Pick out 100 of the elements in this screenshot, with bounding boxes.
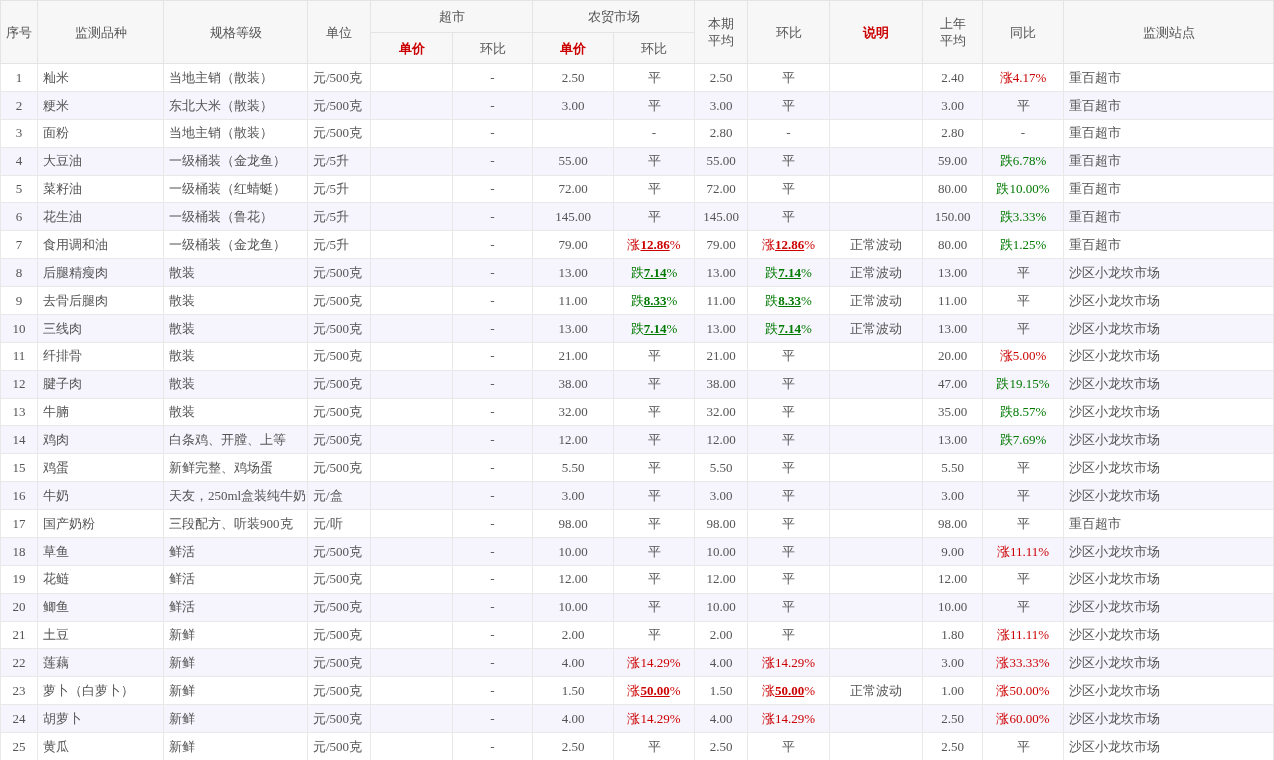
table-cell: 元/500克 <box>307 63 371 92</box>
table-cell: 三线肉 <box>37 314 164 343</box>
table-cell: 12.00 <box>532 565 614 594</box>
table-cell: 98.00 <box>694 509 748 538</box>
table-cell: 天友，250ml盒装纯牛奶 <box>163 481 308 510</box>
table-cell: 2.50 <box>694 63 748 92</box>
table-cell: 13.00 <box>922 258 983 287</box>
change-cell: - <box>452 314 533 343</box>
table-cell: 草鱼 <box>37 537 164 566</box>
change-cell: - <box>452 648 533 677</box>
table-cell: 散装 <box>163 370 308 398</box>
table-cell: 2.50 <box>922 704 983 733</box>
table-cell: 萝卜（白萝卜） <box>37 676 164 705</box>
table-cell: 6 <box>0 202 38 231</box>
table-cell: 3.00 <box>532 481 614 510</box>
table-cell: 纤排骨 <box>37 342 164 371</box>
change-cell: 平 <box>747 175 830 203</box>
change-cell: 平 <box>982 593 1064 621</box>
column-header: 规格等级 <box>163 0 308 64</box>
table-cell: 10 <box>0 314 38 343</box>
change-cell: 涨14.29% <box>747 704 830 733</box>
change-cell: 平 <box>747 593 830 621</box>
table-cell: 花鲢 <box>37 565 164 594</box>
table-cell: 沙区小龙坎市场 <box>1063 286 1274 315</box>
table-cell: 1.00 <box>922 676 983 705</box>
change-cell: 平 <box>613 398 695 426</box>
change-cell: 平 <box>613 621 695 649</box>
change-cell: - <box>452 286 533 315</box>
table-cell: 3.00 <box>922 91 983 120</box>
change-cell: - <box>982 119 1064 148</box>
table-cell: 鲜活 <box>163 537 308 566</box>
change-cell: 平 <box>982 314 1064 343</box>
change-cell: 平 <box>613 370 695 398</box>
column-header: 说明 <box>829 0 923 64</box>
table-cell: 16 <box>0 481 38 510</box>
table-cell: 当地主销（散装） <box>163 63 308 92</box>
column-header: 监测站点 <box>1063 0 1274 64</box>
change-cell: - <box>452 202 533 231</box>
table-cell: 元/500克 <box>307 398 371 426</box>
table-cell: 白条鸡、开膛、上等 <box>163 425 308 454</box>
table-cell: 2.80 <box>694 119 748 148</box>
table-cell: 2.50 <box>532 63 614 92</box>
table-cell: 牛奶 <box>37 481 164 510</box>
change-cell: 跌8.33% <box>747 286 830 315</box>
table-cell: 重百超市 <box>1063 63 1274 92</box>
table-cell: 3.00 <box>532 91 614 120</box>
change-cell: 平 <box>613 565 695 594</box>
table-cell: 79.00 <box>532 230 614 259</box>
change-cell: 跌7.14% <box>613 314 695 343</box>
table-cell: 沙区小龙坎市场 <box>1063 370 1274 398</box>
change-cell: 平 <box>982 258 1064 287</box>
table-cell: 12.00 <box>694 565 748 594</box>
table-cell: 后腿精瘦肉 <box>37 258 164 287</box>
change-cell: 涨14.29% <box>613 704 695 733</box>
column-header: 环比 <box>452 32 533 64</box>
change-cell: 平 <box>747 398 830 426</box>
change-cell: - <box>452 425 533 454</box>
change-cell: 平 <box>613 342 695 371</box>
table-cell: 元/500克 <box>307 676 371 705</box>
table-cell: 15 <box>0 453 38 482</box>
change-cell: 平 <box>747 147 830 175</box>
change-cell: 涨50.00% <box>982 676 1064 705</box>
change-cell: 涨4.17% <box>982 63 1064 92</box>
table-cell: 鲜活 <box>163 565 308 594</box>
change-cell: 平 <box>747 621 830 649</box>
table-cell: 2.00 <box>694 621 748 649</box>
table-cell: 21 <box>0 621 38 649</box>
table-cell: 2.40 <box>922 63 983 92</box>
table-cell: 沙区小龙坎市场 <box>1063 621 1274 649</box>
change-cell: 平 <box>747 509 830 538</box>
table-cell: 元/500克 <box>307 314 371 343</box>
change-cell: 平 <box>747 63 830 92</box>
change-cell: - <box>452 704 533 733</box>
table-cell: 8 <box>0 258 38 287</box>
change-cell: 平 <box>982 453 1064 482</box>
change-cell: 平 <box>747 453 830 482</box>
table-cell: 13.00 <box>922 314 983 343</box>
table-cell: 正常波动 <box>829 258 923 287</box>
table-cell: 沙区小龙坎市场 <box>1063 453 1274 482</box>
column-header: 同比 <box>982 0 1064 64</box>
table-cell: 重百超市 <box>1063 91 1274 120</box>
table-cell: 沙区小龙坎市场 <box>1063 565 1274 594</box>
change-cell: 平 <box>982 481 1064 510</box>
table-cell: 元/5升 <box>307 147 371 175</box>
change-cell: - <box>452 481 533 510</box>
column-header: 监测品种 <box>37 0 164 64</box>
table-cell: 鲜活 <box>163 593 308 621</box>
change-cell: 跌10.00% <box>982 175 1064 203</box>
change-cell: - <box>452 342 533 371</box>
table-cell: 正常波动 <box>829 314 923 343</box>
change-cell: 平 <box>747 537 830 566</box>
table-cell: 11 <box>0 342 38 371</box>
table-cell: 花生油 <box>37 202 164 231</box>
table-cell: 3.00 <box>922 481 983 510</box>
table-cell: 4.00 <box>694 704 748 733</box>
change-cell: 平 <box>747 342 830 371</box>
table-cell: 1.50 <box>694 676 748 705</box>
change-cell: 平 <box>747 91 830 120</box>
table-cell: 沙区小龙坎市场 <box>1063 676 1274 705</box>
table-cell: 沙区小龙坎市场 <box>1063 481 1274 510</box>
